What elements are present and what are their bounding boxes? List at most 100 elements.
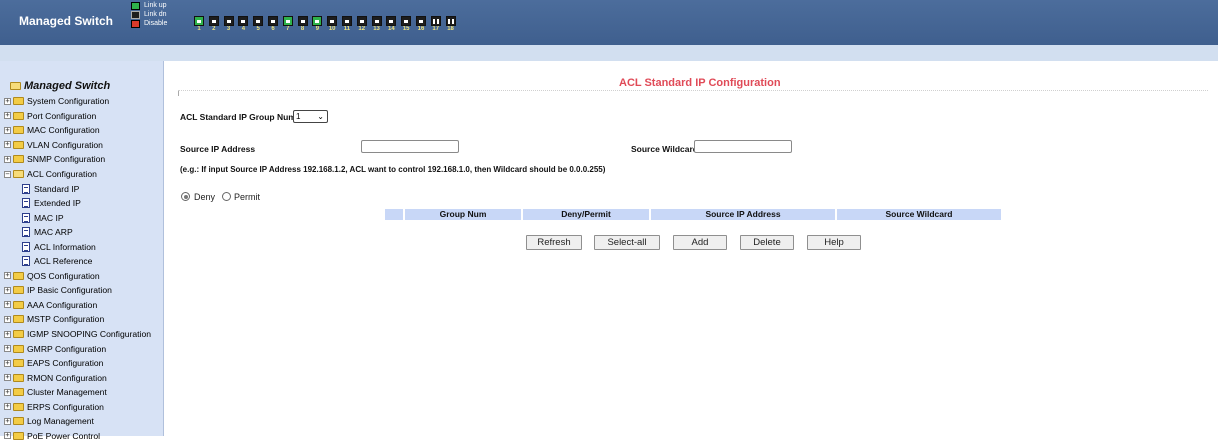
sidebar-item-aaa-configuration[interactable]: + AAA Configuration: [0, 298, 164, 313]
col-select: [385, 209, 405, 220]
sidebar-item-vlan-configuration[interactable]: + VLAN Configuration: [0, 138, 164, 153]
ethernet-port-icon: [267, 16, 278, 26]
port-number: 6: [271, 26, 275, 32]
sidebar-item-igmp-snooping-configuration[interactable]: + IGMP SNOOPING Configuration: [0, 327, 164, 342]
link-down-icon: [131, 10, 140, 19]
expand-icon[interactable]: +: [4, 272, 11, 280]
sidebar-item-label: System Configuration: [27, 96, 110, 107]
port-11[interactable]: 11: [341, 16, 353, 33]
tree-root[interactable]: Managed Switch: [10, 80, 110, 92]
acl-table-header: Group Num Deny/Permit Source IP Address …: [385, 209, 1003, 220]
port-7[interactable]: 7: [282, 16, 294, 33]
port-8[interactable]: 8: [297, 16, 309, 33]
folder-icon: [13, 300, 24, 309]
ethernet-port-icon: [341, 16, 352, 26]
link-up-icon: [131, 1, 140, 10]
expand-icon[interactable]: +: [4, 97, 11, 105]
port-18[interactable]: 18: [445, 16, 457, 33]
group-num-select[interactable]: 1 ⌄: [293, 110, 328, 123]
wildcard-hint: (e.g.: If input Source IP Address 192.16…: [180, 165, 606, 174]
page-icon: [22, 227, 30, 238]
port-5[interactable]: 5: [252, 16, 264, 33]
legend-link-up: Link up: [131, 1, 167, 10]
folder-icon: [13, 359, 24, 368]
port-legend: Link up Link dn Disable: [131, 1, 167, 28]
expand-icon[interactable]: +: [4, 403, 11, 411]
sidebar-item-label: Log Management: [27, 416, 94, 427]
port-14[interactable]: 14: [385, 16, 397, 33]
port-number: 16: [417, 26, 425, 32]
refresh-button[interactable]: Refresh: [526, 235, 582, 250]
folder-icon: [13, 286, 24, 295]
help-button[interactable]: Help: [807, 235, 861, 250]
expand-icon[interactable]: +: [4, 141, 11, 149]
sidebar-item-eaps-configuration[interactable]: + EAPS Configuration: [0, 356, 164, 371]
port-4[interactable]: 4: [237, 16, 249, 33]
legend-disable: Disable: [131, 19, 167, 28]
port-6[interactable]: 6: [267, 16, 279, 33]
sidebar-item-snmp-configuration[interactable]: + SNMP Configuration: [0, 152, 164, 167]
port-number: 15: [402, 26, 410, 32]
sidebar-item-mac-arp[interactable]: MAC ARP: [0, 225, 164, 240]
port-2[interactable]: 2: [208, 16, 220, 33]
sidebar-item-acl-reference[interactable]: ACL Reference: [0, 254, 164, 269]
port-9[interactable]: 9: [311, 16, 323, 33]
sidebar-item-port-configuration[interactable]: + Port Configuration: [0, 109, 164, 124]
port-16[interactable]: 16: [415, 16, 427, 33]
source-wildcard-label: Source Wildcard: [631, 144, 698, 154]
sidebar-item-system-configuration[interactable]: + System Configuration: [0, 94, 164, 109]
sidebar-item-cluster-management[interactable]: + Cluster Management: [0, 385, 164, 400]
add-button[interactable]: Add: [673, 235, 727, 250]
expand-icon[interactable]: +: [4, 301, 11, 309]
sidebar-item-acl-information[interactable]: ACL Information: [0, 239, 164, 254]
select-all-button[interactable]: Select-all: [594, 235, 660, 250]
port-12[interactable]: 12: [356, 16, 368, 33]
expand-icon[interactable]: +: [4, 359, 11, 367]
sidebar-item-qos-configuration[interactable]: + QOS Configuration: [0, 269, 164, 284]
brand-title: Managed Switch: [19, 14, 114, 28]
sidebar-item-erps-configuration[interactable]: + ERPS Configuration: [0, 399, 164, 414]
expand-icon[interactable]: +: [4, 315, 11, 323]
sidebar-item-extended-ip[interactable]: Extended IP: [0, 196, 164, 211]
expand-icon[interactable]: +: [4, 286, 11, 294]
sidebar-item-mstp-configuration[interactable]: + MSTP Configuration: [0, 312, 164, 327]
sidebar-item-label: Standard IP: [34, 183, 80, 194]
sidebar-item-log-management[interactable]: + Log Management: [0, 414, 164, 429]
port-10[interactable]: 10: [326, 16, 338, 33]
port-13[interactable]: 13: [371, 16, 383, 33]
sidebar-item-acl-configuration[interactable]: − ACL Configuration: [0, 167, 164, 182]
sidebar-item-rmon-configuration[interactable]: + RMON Configuration: [0, 370, 164, 385]
expand-icon[interactable]: +: [4, 374, 11, 382]
sidebar-item-mac-configuration[interactable]: + MAC Configuration: [0, 123, 164, 138]
open-folder-icon: [13, 170, 24, 178]
expand-icon[interactable]: +: [4, 112, 11, 120]
collapse-icon[interactable]: −: [4, 170, 11, 178]
legend-label: Link dn: [144, 11, 167, 18]
port-3[interactable]: 3: [223, 16, 235, 33]
source-wildcard-input[interactable]: [694, 140, 792, 153]
sidebar-item-standard-ip[interactable]: Standard IP: [0, 181, 164, 196]
port-17[interactable]: 17: [430, 16, 442, 33]
expand-icon[interactable]: +: [4, 388, 11, 396]
sidebar-item-label: ERPS Configuration: [27, 401, 104, 412]
ethernet-port-icon: [312, 16, 323, 26]
ethernet-port-icon: [371, 16, 382, 26]
expand-icon[interactable]: +: [4, 417, 11, 425]
delete-button[interactable]: Delete: [740, 235, 794, 250]
permit-radio[interactable]: [222, 192, 231, 201]
expand-icon[interactable]: +: [4, 345, 11, 353]
folder-icon: [13, 271, 24, 280]
sidebar-item-ip-basic-configuration[interactable]: + IP Basic Configuration: [0, 283, 164, 298]
deny-radio[interactable]: [181, 192, 190, 201]
folder-icon: [13, 111, 24, 120]
expand-icon[interactable]: +: [4, 330, 11, 338]
expand-icon[interactable]: +: [4, 126, 11, 134]
port-15[interactable]: 15: [400, 16, 412, 33]
port-number: 12: [358, 26, 366, 32]
sidebar-item-mac-ip[interactable]: MAC IP: [0, 210, 164, 225]
sidebar-item-gmrp-configuration[interactable]: + GMRP Configuration: [0, 341, 164, 356]
page-icon: [22, 212, 30, 223]
source-ip-input[interactable]: [361, 140, 459, 153]
port-1[interactable]: 1: [193, 16, 205, 33]
expand-icon[interactable]: +: [4, 155, 11, 163]
